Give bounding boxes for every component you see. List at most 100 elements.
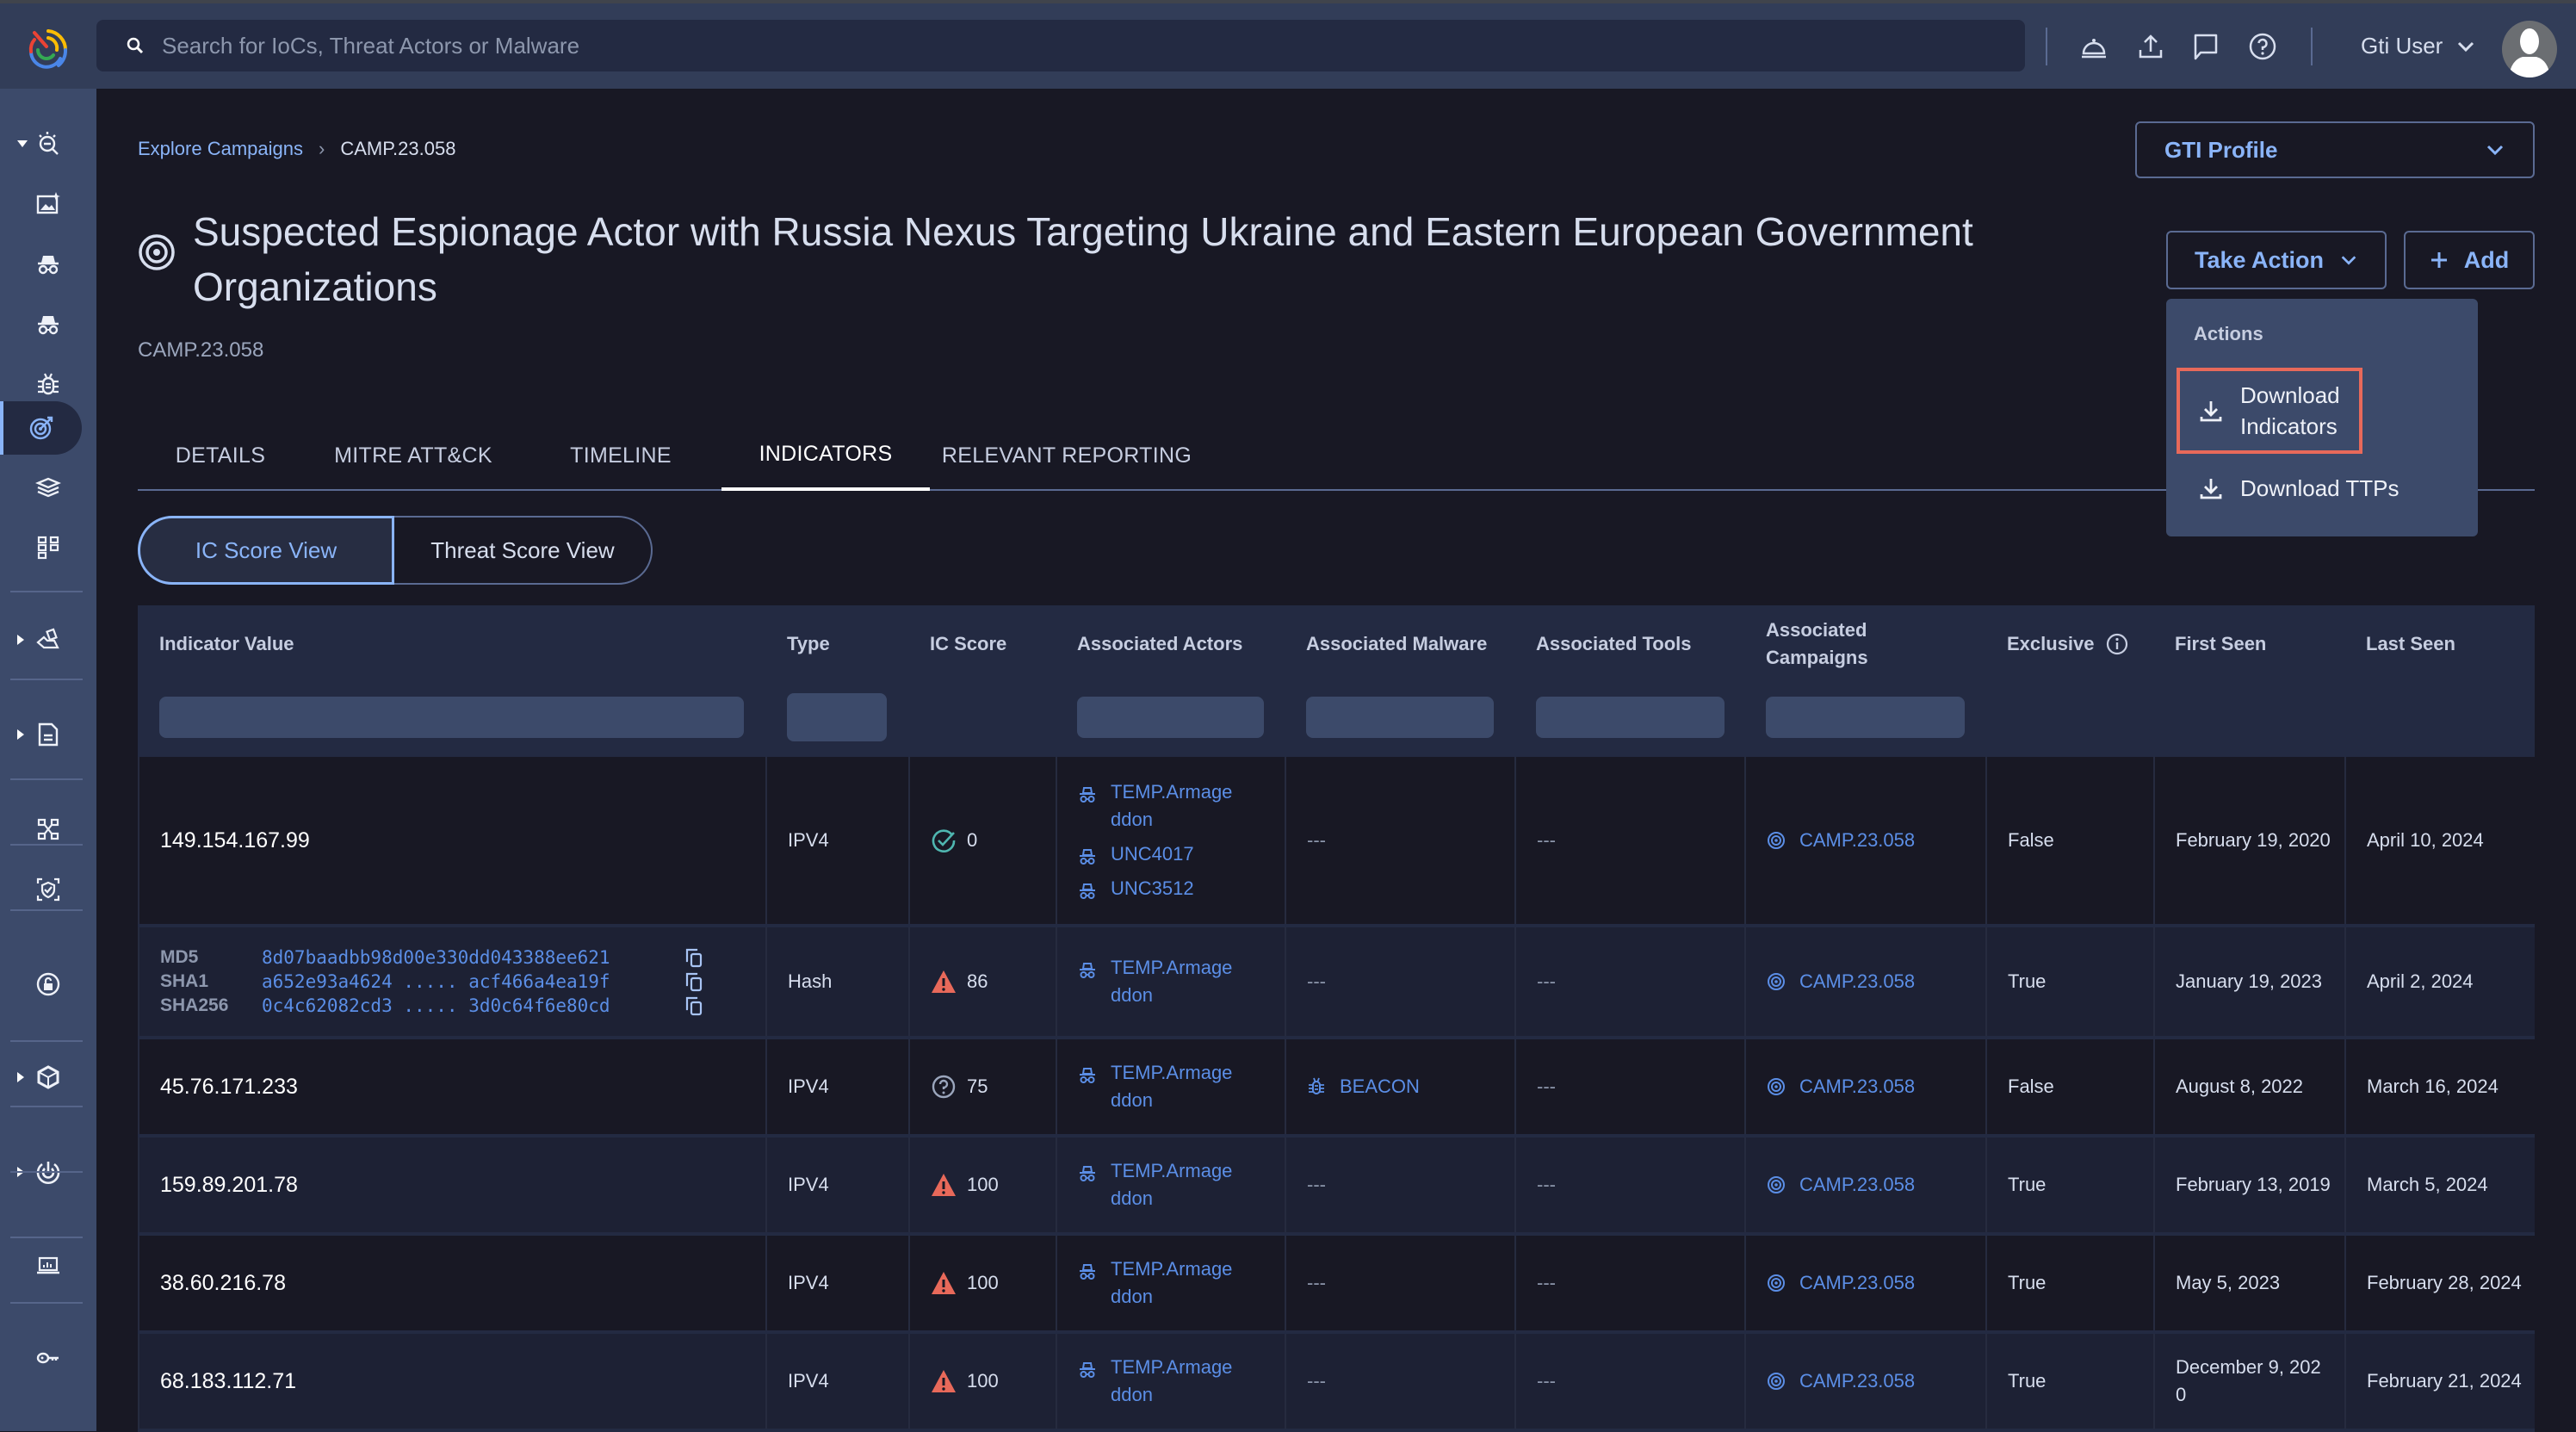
sidebar-item-threat-hunt[interactable] — [0, 117, 96, 169]
tab-timeline[interactable]: TIMELINE — [523, 420, 718, 491]
filter-associated-tools[interactable] — [1536, 697, 1725, 738]
table-row[interactable]: 159.89.201.78 IPV4 100 TEMP.Armageddon --- --… — [138, 1138, 2535, 1236]
campaign-link[interactable]: CAMP.23.058 — [1767, 1076, 1915, 1098]
actor-link[interactable]: TEMP.Armageddon — [1078, 1059, 1240, 1114]
gti-logo-icon[interactable] — [22, 26, 71, 74]
cell-indicator: 149.154.167.99 — [138, 757, 765, 924]
table-row[interactable]: 38.60.216.78 IPV4 100 TEMP.Armageddon --- ---… — [138, 1236, 2535, 1334]
avatar[interactable] — [2502, 21, 2557, 77]
column-header-associated-campaigns[interactable]: Associated Campaigns — [1766, 605, 1895, 683]
column-header-type[interactable]: Type — [787, 605, 830, 683]
column-header-last-seen[interactable]: Last Seen — [2366, 605, 2455, 683]
table-row[interactable]: 45.76.171.233 IPV4 75 TEMP.Armageddon BEACON… — [138, 1039, 2535, 1138]
tab-relevant-reporting[interactable]: RELEVANT REPORTING — [930, 420, 1204, 491]
campaign-link[interactable]: CAMP.23.058 — [1767, 829, 1915, 852]
hash-value[interactable]: 8d07baadbb98d00e330dd043388ee621 — [262, 947, 684, 968]
ic-score-view-option[interactable]: IC Score View — [138, 516, 394, 585]
indicator-value[interactable]: 159.89.201.78 — [160, 1173, 298, 1198]
sidebar-item-ai-image[interactable] — [0, 177, 96, 229]
copy-icon[interactable] — [684, 947, 704, 968]
actor-link[interactable]: TEMP.Armageddon — [1078, 1354, 1240, 1409]
column-header-ic-score[interactable]: IC Score — [930, 605, 1006, 683]
table-row[interactable]: 149.154.167.99 IPV4 0 TEMP.Armageddon UNC401… — [138, 757, 2535, 927]
table-row[interactable]: MD5 8d07baadbb98d00e330dd043388ee621 SHA1 a… — [138, 927, 2535, 1039]
campaign-link[interactable]: CAMP.23.058 — [1767, 1174, 1915, 1196]
actor-link[interactable]: TEMP.Armageddon — [1078, 778, 1240, 834]
column-header-exclusive[interactable]: Exclusive — [2007, 605, 2129, 683]
sidebar-item-api-key[interactable] — [0, 1332, 96, 1384]
campaign-target-icon — [1768, 1373, 1785, 1390]
actor-link[interactable]: UNC3512 — [1078, 875, 1240, 902]
campaign-link[interactable]: CAMP.23.058 — [1767, 970, 1915, 993]
menu-item-download-indicators[interactable]: Download Indicators — [2177, 368, 2362, 454]
copy-icon[interactable] — [684, 995, 704, 1016]
cell-actors: TEMP.Armageddon — [1056, 1334, 1285, 1429]
global-search[interactable] — [96, 20, 2025, 71]
page-scrollbar-track[interactable] — [2536, 605, 2576, 1431]
ic-score-value: 100 — [967, 1370, 999, 1392]
filter-associated-actors[interactable] — [1077, 697, 1264, 738]
filter-associated-campaigns[interactable] — [1766, 697, 1965, 738]
indicator-value[interactable]: 68.183.112.71 — [160, 1369, 296, 1394]
tab-details[interactable]: DETAILS — [138, 420, 303, 491]
filter-type[interactable] — [787, 693, 887, 741]
sidebar-item-documents[interactable] — [0, 709, 96, 760]
feedback-chat-icon[interactable] — [2190, 31, 2221, 62]
sidebar-item-campaigns[interactable] — [0, 401, 82, 455]
actor-link[interactable]: TEMP.Armageddon — [1078, 1255, 1240, 1311]
gti-profile-select[interactable]: GTI Profile — [2135, 121, 2535, 178]
user-menu-name[interactable]: Gti User — [2361, 33, 2443, 59]
cell-actors: TEMP.Armageddon — [1056, 1039, 1285, 1134]
campaign-link[interactable]: CAMP.23.058 — [1767, 1370, 1915, 1392]
indicator-value[interactable]: 149.154.167.99 — [160, 828, 310, 853]
table-row[interactable]: 68.183.112.71 IPV4 100 TEMP.Armageddon --- --… — [138, 1334, 2535, 1432]
sidebar-item-vulnerabilities[interactable] — [0, 614, 96, 666]
threat-score-view-option[interactable]: Threat Score View — [394, 516, 653, 585]
campaign-link[interactable]: CAMP.23.058 — [1767, 1272, 1915, 1294]
column-header-associated-malware[interactable]: Associated Malware — [1306, 605, 1487, 683]
campaign-target-icon — [1768, 1176, 1785, 1193]
add-button[interactable]: Add — [2404, 231, 2535, 289]
search-input[interactable] — [162, 32, 1712, 59]
menu-item-download-ttps[interactable]: Download TTPs — [2177, 468, 2400, 509]
breadcrumb-link-explore-campaigns[interactable]: Explore Campaigns — [138, 138, 303, 160]
column-header-indicator-value[interactable]: Indicator Value — [159, 605, 294, 683]
sidebar-item-collections[interactable] — [0, 803, 96, 855]
sidebar-item-reports[interactable] — [0, 462, 96, 513]
sidebar-item-threat-actors[interactable] — [0, 238, 96, 289]
indicator-value[interactable]: 38.60.216.78 — [160, 1271, 286, 1296]
hash-value[interactable]: 0c4c62082cd3 ..... 3d0c64f6e80cd — [262, 995, 684, 1016]
tab-mitre-attack[interactable]: MITRE ATT&CK — [303, 420, 523, 491]
hash-value[interactable]: a652e93a4624 ..... acf466a4ea19f — [262, 971, 684, 992]
copy-icon[interactable] — [684, 971, 704, 992]
chevron-down-icon[interactable] — [2455, 36, 2476, 57]
column-header-first-seen[interactable]: First Seen — [2175, 605, 2266, 683]
column-header-associated-tools[interactable]: Associated Tools — [1536, 605, 1692, 683]
caret-right-icon[interactable] — [17, 635, 24, 645]
help-icon[interactable] — [2247, 31, 2278, 62]
empty-value: --- — [1537, 1370, 1556, 1392]
info-icon[interactable] — [2105, 632, 2129, 656]
actor-link[interactable]: TEMP.Armageddon — [1078, 1157, 1240, 1212]
tab-indicators[interactable]: INDICATORS — [721, 420, 930, 491]
caret-down-icon[interactable] — [17, 140, 28, 147]
caret-right-icon[interactable] — [17, 729, 24, 740]
sidebar-item-threat-actors-alt[interactable] — [0, 298, 96, 350]
upload-icon[interactable] — [2135, 31, 2166, 62]
caret-right-icon[interactable] — [17, 1072, 24, 1082]
actor-link[interactable]: TEMP.Armageddon — [1078, 954, 1240, 1009]
notifications-bell-icon[interactable] — [2078, 31, 2109, 62]
sidebar-item-reports-dashboard[interactable] — [0, 1239, 96, 1291]
sidebar-item-integrations[interactable] — [0, 1051, 96, 1103]
sidebar-item-asm[interactable] — [0, 864, 96, 915]
indicator-value[interactable]: 45.76.171.233 — [160, 1075, 298, 1100]
filter-indicator-value[interactable] — [159, 697, 744, 738]
take-action-button[interactable]: Take Action — [2166, 231, 2387, 289]
actor-link[interactable]: UNC4017 — [1078, 840, 1240, 868]
malware-link[interactable]: BEACON — [1307, 1076, 1420, 1098]
threat-actor-icon — [1080, 963, 1095, 978]
filter-associated-malware[interactable] — [1306, 697, 1494, 738]
column-header-associated-actors[interactable]: Associated Actors — [1077, 605, 1242, 683]
sidebar-item-dtm[interactable] — [0, 958, 96, 1010]
sidebar-item-graph[interactable] — [0, 522, 96, 573]
